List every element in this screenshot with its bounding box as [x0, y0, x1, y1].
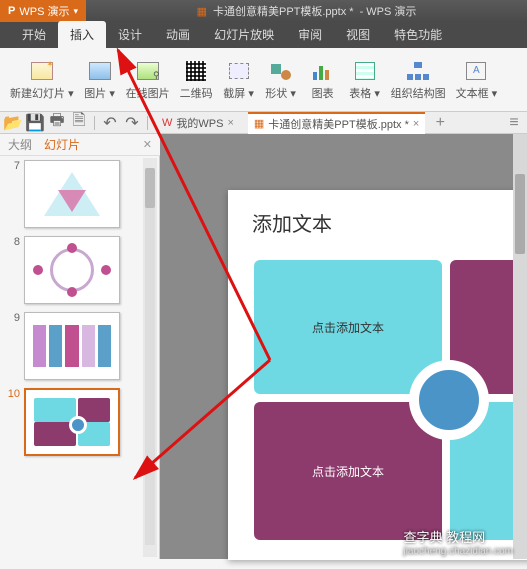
dropdown-icon: ▾: [374, 88, 380, 100]
doc-icon: ▦: [197, 5, 207, 18]
print-preview-icon[interactable]: 🗎: [72, 116, 86, 130]
slide-thumb-9[interactable]: 9: [0, 308, 159, 384]
title-doc: 卡通创意精美PPT模板.pptx *: [213, 3, 354, 19]
tab-review[interactable]: 审阅: [286, 21, 334, 48]
menu-tabs: 开始 插入 设计 动画 幻灯片放映 审阅 视图 特色功能: [0, 22, 527, 48]
quad-top-left[interactable]: 点击添加文本: [254, 260, 442, 394]
panel-header: 大纲 幻灯片 ✕: [0, 134, 160, 156]
undo-icon[interactable]: ↶: [103, 116, 117, 130]
dropdown-icon: ▾: [492, 88, 498, 100]
title-suffix: - WPS 演示: [360, 3, 417, 19]
slide-thumb-8[interactable]: 8: [0, 232, 159, 308]
panel-tab-slides[interactable]: 幻灯片: [44, 136, 80, 153]
save-icon[interactable]: 💾: [28, 116, 42, 130]
ribbon-table[interactable]: 表格 ▾: [345, 57, 385, 103]
ribbon-qrcode[interactable]: 二维码: [176, 57, 217, 103]
redo-icon[interactable]: ↷: [125, 116, 139, 130]
ribbon-shapes[interactable]: 形状 ▾: [261, 57, 301, 103]
ribbon-chart[interactable]: 图表: [303, 57, 343, 103]
dropdown-icon: ▾: [109, 88, 115, 100]
slide-mini: [24, 388, 120, 456]
app-menu-dropdown[interactable]: ▾: [73, 6, 78, 17]
slide-title[interactable]: 添加文本: [252, 208, 332, 237]
watermark: 查字典 教程网 jiaocheng.chazidian.com: [403, 527, 513, 557]
app-badge[interactable]: P WPS 演示 ▾: [0, 0, 86, 22]
ribbon-new-slide[interactable]: 新建幻灯片 ▾: [6, 57, 78, 103]
app-name: WPS 演示: [19, 3, 69, 19]
panel-close-icon[interactable]: ✕: [143, 138, 152, 151]
slide-mini: [24, 160, 120, 228]
dropdown-icon: ▾: [248, 88, 254, 100]
ribbon-screenshot[interactable]: 截屏 ▾: [219, 57, 259, 103]
title-center: ▦ 卡通创意精美PPT模板.pptx * - WPS 演示: [86, 3, 527, 19]
scrollbar-handle[interactable]: [145, 168, 155, 208]
ribbon-online-image[interactable]: 在线图片: [122, 57, 174, 103]
open-icon[interactable]: 📂: [6, 116, 20, 130]
tab-slideshow[interactable]: 幻灯片放映: [202, 21, 286, 48]
quad-shapes: 点击添加文本 点击添加文本: [254, 260, 527, 540]
slide-thumb-10[interactable]: 10: [0, 384, 159, 460]
tab-list-icon[interactable]: ≡: [507, 116, 521, 130]
ribbon-image[interactable]: 图片 ▾: [80, 57, 120, 103]
quick-access-bar: 📂 💾 🖶 🗎 ↶ ↷ W 我的WPS × ▦ 卡通创意精美PPT模板.pptx…: [0, 112, 527, 134]
scrollbar-handle[interactable]: [515, 174, 525, 254]
separator: [147, 116, 148, 130]
slide-canvas[interactable]: 添加文本 点击添加文本 点击添加文本 查字典 教程网 jiaocheng.cha…: [160, 134, 527, 559]
ribbon: 新建幻灯片 ▾ 图片 ▾ 在线图片 二维码 截屏 ▾ 形状 ▾ 图表 表格 ▾ …: [0, 48, 527, 112]
center-circle[interactable]: [409, 360, 489, 440]
canvas-scrollbar[interactable]: [513, 134, 527, 559]
ppt-icon: ▦: [254, 117, 264, 130]
ribbon-textbox[interactable]: 文本框 ▾: [452, 57, 502, 103]
dropdown-icon: ▾: [290, 88, 296, 100]
close-icon[interactable]: ×: [227, 117, 233, 129]
document-tab[interactable]: ▦ 卡通创意精美PPT模板.pptx * ×: [248, 112, 425, 134]
wps-logo-icon: W: [162, 117, 172, 129]
tab-insert[interactable]: 插入: [58, 21, 106, 48]
my-wps-tab[interactable]: W 我的WPS ×: [156, 112, 240, 134]
tab-design[interactable]: 设计: [106, 21, 154, 48]
wps-logo: P: [8, 5, 15, 17]
tab-start[interactable]: 开始: [10, 21, 58, 48]
titlebar: P WPS 演示 ▾ ▦ 卡通创意精美PPT模板.pptx * - WPS 演示: [0, 0, 527, 22]
ribbon-orgchart[interactable]: 组织结构图: [387, 57, 450, 103]
new-tab-icon[interactable]: +: [433, 116, 447, 130]
thumbnails-panel: 7 8 9 10: [0, 156, 160, 559]
separator: [94, 116, 95, 130]
print-icon[interactable]: 🖶: [50, 116, 64, 130]
slide-thumb-7[interactable]: 7: [0, 156, 159, 232]
tab-animation[interactable]: 动画: [154, 21, 202, 48]
tab-view[interactable]: 视图: [334, 21, 382, 48]
slide-mini: [24, 236, 120, 304]
quad-bottom-left[interactable]: 点击添加文本: [254, 402, 442, 540]
panel-tab-outline[interactable]: 大纲: [8, 136, 32, 153]
current-slide[interactable]: 添加文本 点击添加文本 点击添加文本: [228, 190, 527, 560]
tab-features[interactable]: 特色功能: [382, 21, 454, 48]
thumbnails-scrollbar[interactable]: [143, 158, 157, 557]
slide-mini: [24, 312, 120, 380]
dropdown-icon: ▾: [68, 88, 74, 100]
close-icon[interactable]: ×: [413, 118, 419, 130]
